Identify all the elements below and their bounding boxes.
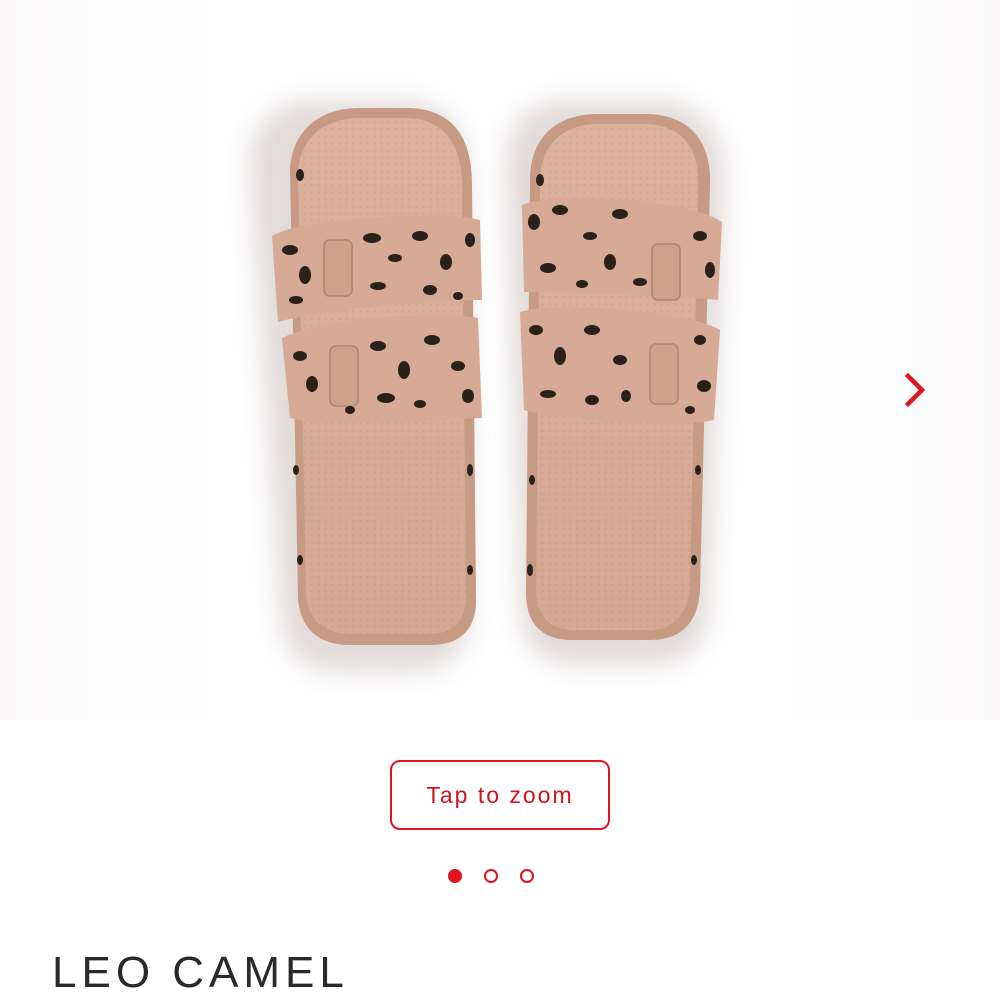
chevron-right-icon <box>904 372 926 408</box>
right-sandal <box>520 114 722 640</box>
pagination-dot-1[interactable] <box>448 869 462 883</box>
pagination-dot-3[interactable] <box>520 869 534 883</box>
left-sandal <box>272 108 482 645</box>
product-image[interactable] <box>0 0 1000 720</box>
product-title: LEO CAMEL <box>52 948 349 997</box>
tap-to-zoom-button[interactable]: Tap to zoom <box>390 760 610 830</box>
tap-to-zoom-label: Tap to zoom <box>426 781 574 808</box>
product-image-gallery[interactable] <box>0 0 1000 720</box>
pagination-dot-2[interactable] <box>484 869 498 883</box>
next-image-button[interactable] <box>896 368 936 412</box>
image-pagination-dots <box>448 866 558 886</box>
product-page: Tap to zoom LEO CAMEL <box>0 0 1000 1000</box>
